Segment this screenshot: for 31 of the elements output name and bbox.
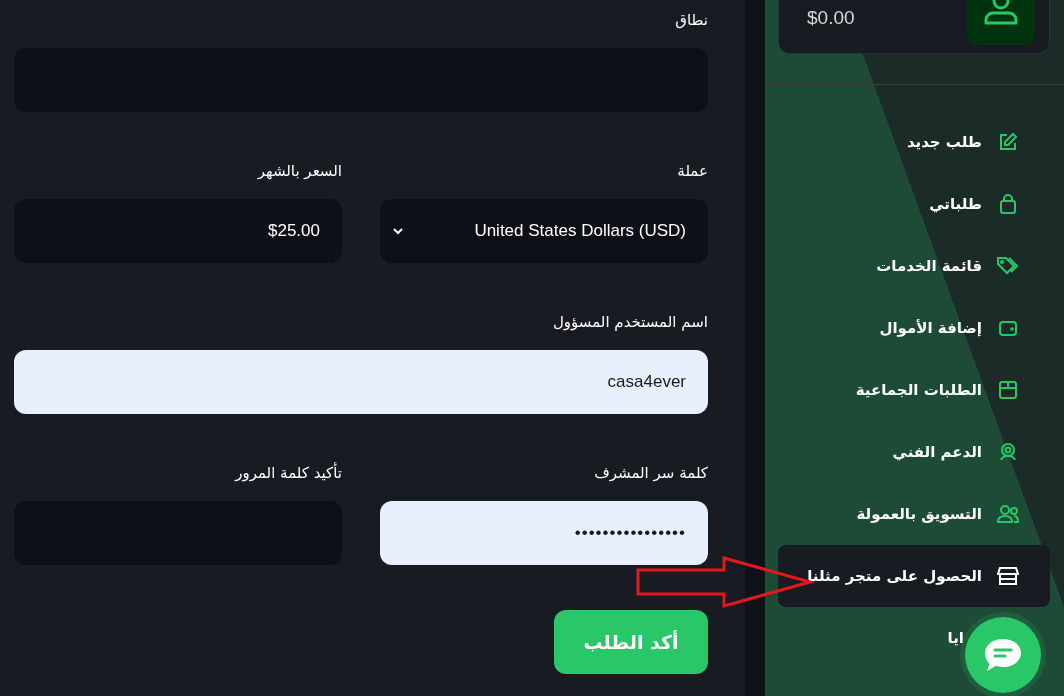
wallet-icon [998, 319, 1018, 337]
field-label: نطاق [675, 11, 708, 30]
menu-item[interactable]: إضافة الأموال [778, 297, 1050, 359]
menu-item[interactable]: ايا [778, 607, 1050, 669]
users-icon [996, 504, 1020, 524]
field-label: اسم المستخدم المسؤول [552, 313, 708, 332]
menu-item[interactable]: الدعم الفني [778, 421, 1050, 483]
edit-icon [998, 132, 1018, 152]
chevron-down-icon [392, 227, 404, 235]
box-icon [998, 380, 1018, 400]
field-label: كلمة سر المشرف [594, 464, 708, 483]
menu-item[interactable]: قائمة الخدمات [778, 235, 1050, 297]
balance-amount: $0.00 [807, 7, 855, 30]
input-field[interactable]: $25.00 [14, 199, 342, 263]
chat-bubble-icon [983, 636, 1023, 674]
headset-icon [998, 442, 1018, 462]
field-label: عملة [677, 162, 708, 181]
chat-button[interactable] [965, 617, 1041, 693]
menu-item[interactable]: الطلبات الجماعية [778, 359, 1050, 421]
menu-item[interactable]: طلباتي [778, 173, 1050, 235]
tag-icon [996, 256, 1020, 276]
menu-item[interactable]: التسويق بالعمولة [778, 483, 1050, 545]
bag-icon [999, 194, 1017, 214]
menu-item[interactable]: طلب جديد [778, 111, 1050, 173]
field-label: تأكيد كلمة المرور [235, 464, 342, 483]
currency-select[interactable]: United States Dollars (USD) [380, 199, 708, 263]
menu-item[interactable]: الحصول على متجر مثلنا [778, 545, 1050, 607]
store-icon [997, 566, 1019, 586]
field-label: السعر بالشهر [257, 162, 342, 181]
password-field[interactable]: •••••••••••••••• [380, 501, 708, 565]
input-field[interactable]: casa4ever [14, 350, 708, 414]
